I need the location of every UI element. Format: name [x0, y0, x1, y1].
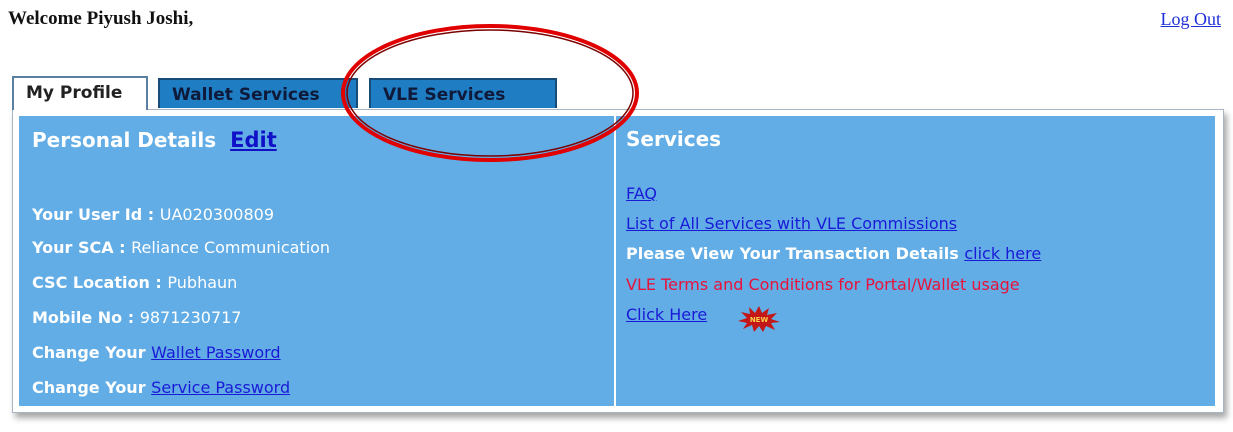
commissions-row: List of All Services with VLE Commission… [626, 214, 957, 233]
transaction-link[interactable]: click here [964, 244, 1041, 263]
terms-text: VLE Terms and Conditions for Portal/Wall… [626, 275, 1020, 294]
mobile-label: Mobile No : [32, 308, 140, 327]
faq-row: FAQ [626, 184, 657, 203]
commissions-link[interactable]: List of All Services with VLE Commission… [626, 214, 957, 233]
terms-click-row: Click Here [626, 305, 707, 324]
tab-vle-services[interactable]: VLE Services [369, 78, 557, 108]
location-label: CSC Location : [32, 273, 168, 292]
sca-row: Your SCA : Reliance Communication [32, 238, 330, 257]
user-id-value: UA020300809 [159, 205, 275, 224]
profile-panel: Personal Details Edit Your User Id : UA02… [12, 109, 1224, 413]
new-badge-icon: NEW [738, 306, 780, 332]
wallet-password-link[interactable]: Wallet Password [151, 343, 280, 362]
change-your-label: Change Your [32, 378, 152, 397]
services-heading: Services [626, 127, 722, 151]
sca-value: Reliance Communication [131, 238, 331, 257]
transaction-text: Please View Your Transaction Details [626, 244, 965, 263]
profile-panel-inner: Personal Details Edit Your User Id : UA02… [19, 116, 1215, 406]
tab-wallet-services[interactable]: Wallet Services [158, 78, 358, 108]
new-badge-text: NEW [750, 316, 769, 324]
location-row: CSC Location : Pubhaun [32, 273, 237, 292]
user-id-row: Your User Id : UA020300809 [32, 205, 274, 224]
personal-details-section: Personal Details Edit Your User Id : UA02… [19, 116, 616, 406]
services-section: Services FAQ List of All Services with V… [616, 116, 1215, 406]
location-value: Pubhaun [167, 273, 238, 292]
terms-click-here-link[interactable]: Click Here [626, 305, 707, 324]
mobile-row: Mobile No : 9871230717 [32, 308, 241, 327]
service-password-link[interactable]: Service Password [151, 378, 290, 397]
mobile-value: 9871230717 [139, 308, 242, 327]
wallet-password-row: Change Your Wallet Password [32, 343, 281, 362]
personal-details-heading: Personal Details Edit [32, 128, 277, 152]
sca-label: Your SCA : [32, 238, 132, 257]
transaction-row: Please View Your Transaction Details cli… [626, 244, 1041, 263]
faq-link[interactable]: FAQ [626, 184, 657, 203]
edit-link[interactable]: Edit [230, 128, 277, 152]
user-id-label: Your User Id : [32, 205, 160, 224]
change-your-label: Change Your [32, 343, 152, 362]
service-password-row: Change Your Service Password [32, 378, 290, 397]
personal-details-title: Personal Details [32, 128, 217, 152]
welcome-message: Welcome Piyush Joshi, [8, 8, 194, 29]
tab-my-profile[interactable]: My Profile [12, 76, 148, 110]
logout-link[interactable]: Log Out [1161, 9, 1222, 30]
